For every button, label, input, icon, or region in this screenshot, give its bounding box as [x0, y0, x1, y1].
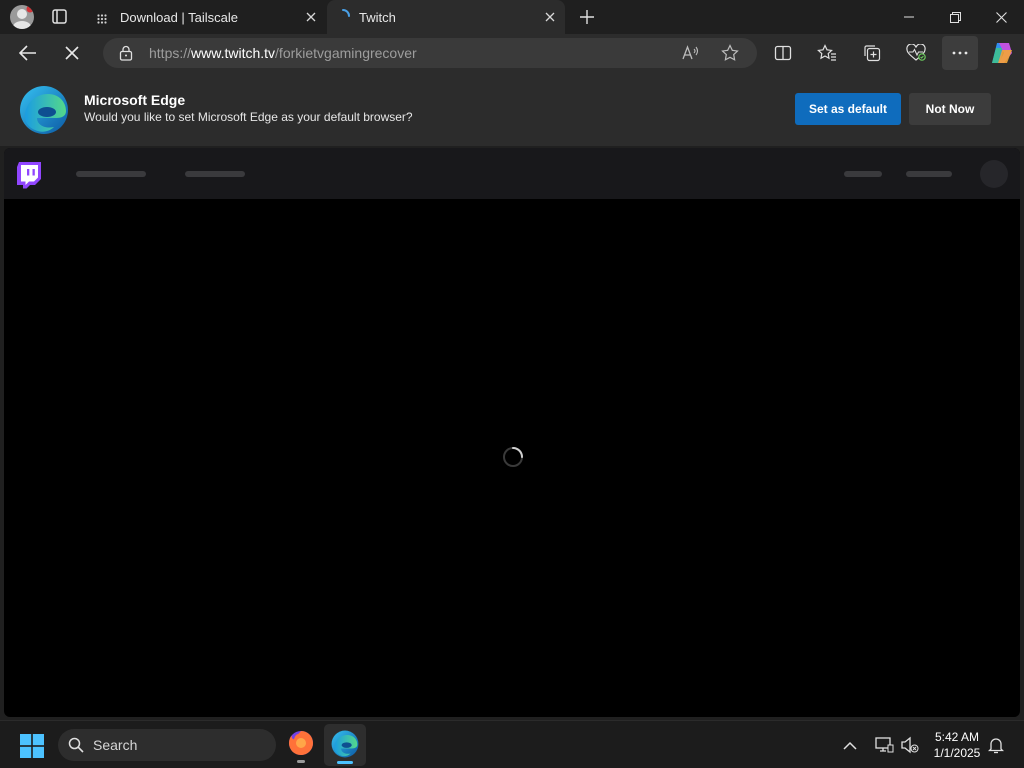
tab-label: Download | Tailscale [120, 10, 239, 25]
firefox-taskbar-icon[interactable] [287, 729, 315, 763]
notifications-bell-icon[interactable] [987, 736, 1006, 754]
tab-tailscale[interactable]: Download | Tailscale [87, 0, 327, 34]
read-aloud-icon[interactable] [681, 44, 699, 62]
profile-avatar[interactable] [10, 5, 34, 29]
loading-spinner-icon [335, 8, 351, 24]
page-loading-spinner-icon [502, 446, 524, 468]
minimize-button[interactable] [886, 0, 932, 34]
tab-label: Twitch [359, 10, 396, 25]
page-content [4, 148, 1020, 717]
start-windows-icon[interactable] [20, 734, 44, 758]
set-as-default-button[interactable]: Set as default [795, 93, 901, 125]
copilot-icon[interactable] [986, 37, 1018, 69]
title-bar: Download | Tailscale Twitch [0, 0, 1024, 34]
stop-loading-button[interactable] [56, 37, 88, 69]
nav-skeleton-placeholder [906, 171, 952, 177]
favorite-star-icon[interactable] [721, 44, 739, 62]
twitch-top-nav-placeholder [4, 148, 1020, 199]
settings-and-more-button[interactable] [942, 36, 978, 70]
volume-muted-icon[interactable] [900, 736, 920, 754]
nav-skeleton-placeholder [76, 171, 146, 177]
edge-logo-icon [19, 85, 69, 135]
system-clock[interactable]: 5:42 AM 1/1/2025 [930, 729, 984, 761]
search-label: Search [93, 737, 138, 753]
tab-actions-icon[interactable] [50, 8, 70, 26]
browser-essentials-icon[interactable] [900, 37, 932, 69]
nav-skeleton-placeholder [185, 171, 245, 177]
close-tab-icon[interactable] [301, 7, 321, 27]
show-hidden-icons-chevron-icon[interactable] [843, 738, 859, 752]
tailscale-favicon-icon [97, 12, 107, 24]
url-text: https://www.twitch.tv/forkietvgamingreco… [149, 45, 417, 61]
taskbar: Search 5:42 AM 1/1/2025 [0, 720, 1024, 768]
close-tab-icon[interactable] [540, 7, 560, 27]
close-window-button[interactable] [978, 0, 1024, 34]
navigation-bar: https://www.twitch.tv/forkietvgamingreco… [0, 34, 1024, 72]
restore-button[interactable] [932, 0, 978, 34]
clock-time: 5:42 AM [934, 730, 980, 744]
taskbar-search-box[interactable]: Search [58, 729, 276, 761]
back-button[interactable] [12, 37, 44, 69]
favorites-button[interactable] [811, 37, 843, 69]
collections-button[interactable] [856, 37, 888, 69]
infobar-title: Microsoft Edge [84, 92, 186, 108]
infobar-message: Would you like to set Microsoft Edge as … [84, 110, 413, 124]
edge-taskbar-icon[interactable] [324, 724, 366, 766]
not-now-button[interactable]: Not Now [909, 93, 991, 125]
new-tab-button[interactable] [576, 6, 598, 28]
default-browser-infobar: Microsoft Edge Would you like to set Mic… [0, 72, 1024, 146]
split-screen-button[interactable] [767, 37, 799, 69]
search-icon [68, 737, 84, 753]
clock-date: 1/1/2025 [933, 746, 981, 760]
nav-skeleton-placeholder [844, 171, 882, 177]
tab-twitch[interactable]: Twitch [327, 0, 565, 34]
address-bar[interactable]: https://www.twitch.tv/forkietvgamingreco… [103, 38, 757, 68]
twitch-logo-icon[interactable] [16, 161, 42, 189]
site-info-lock-icon[interactable] [119, 45, 133, 61]
network-icon[interactable] [874, 736, 894, 754]
avatar-skeleton-placeholder [980, 160, 1008, 188]
